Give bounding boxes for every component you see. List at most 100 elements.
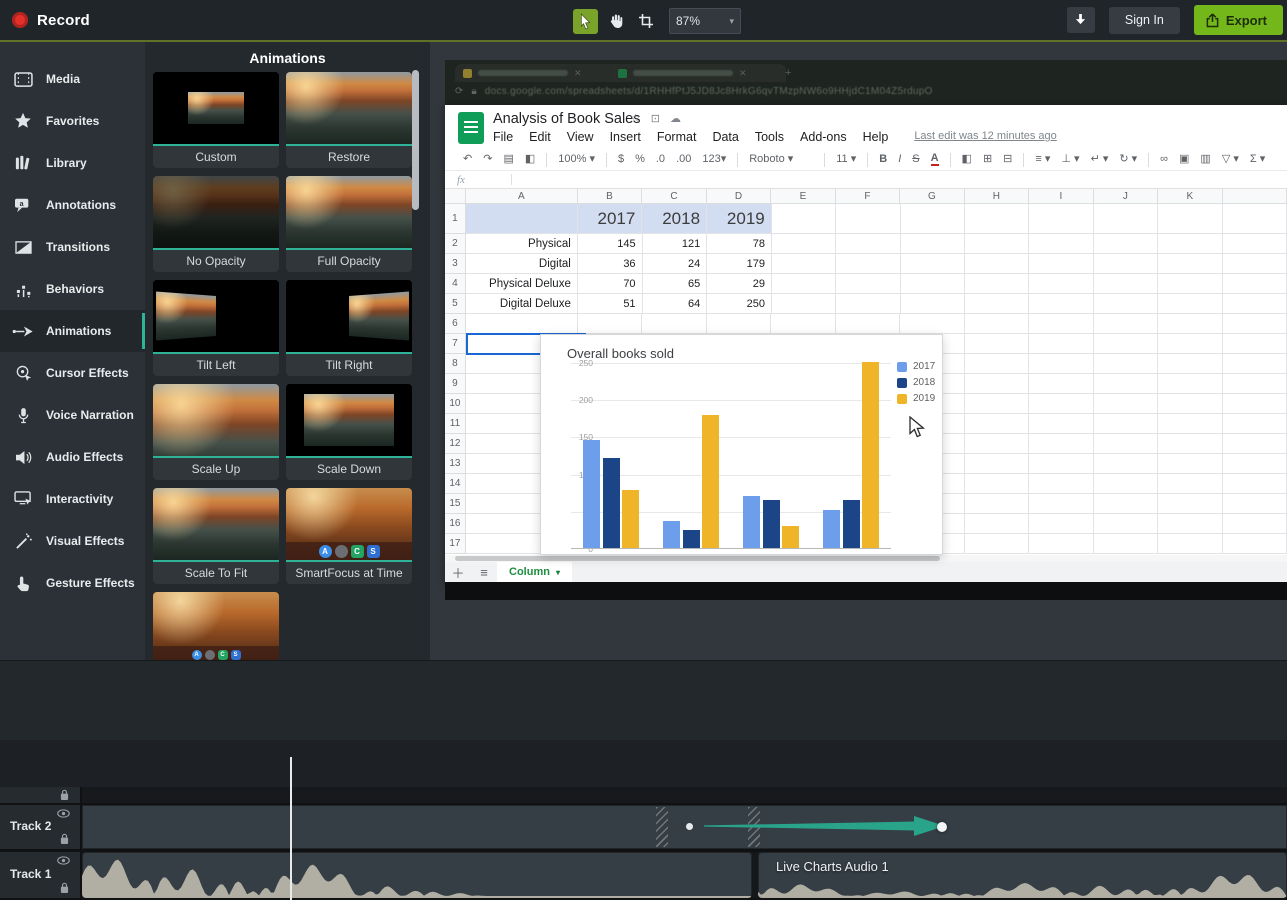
- animation-thumb-scale-up[interactable]: Scale Up: [153, 384, 279, 480]
- cell-6[interactable]: [1223, 314, 1287, 334]
- sheet-hscrollbar[interactable]: [445, 555, 1287, 562]
- cell-B5[interactable]: 51: [578, 294, 643, 314]
- cell-H8[interactable]: [965, 354, 1029, 374]
- menu-view[interactable]: View: [567, 130, 594, 144]
- sidebar-item-annotations[interactable]: aAnnotations: [0, 184, 145, 226]
- timeline-ruler[interactable]: ˄⌕˅ ＋ 0:01:28;26 0:01:28;000:01:30;000:0…: [0, 740, 1287, 787]
- cell-14[interactable]: [1223, 474, 1287, 494]
- cell-B6[interactable]: [578, 314, 642, 334]
- decimal-decrease-icon[interactable]: .0: [656, 154, 665, 165]
- crop-tool-button[interactable]: [633, 9, 658, 34]
- cell-K10[interactable]: [1158, 394, 1222, 414]
- cell-1[interactable]: [1223, 204, 1287, 234]
- cell-J14[interactable]: [1094, 474, 1158, 494]
- animation-thumb-partial[interactable]: ACS: [153, 592, 279, 660]
- cell-I17[interactable]: [1029, 534, 1093, 554]
- cell-9[interactable]: [1223, 374, 1287, 394]
- menu-data[interactable]: Data: [712, 130, 738, 144]
- cell-I10[interactable]: [1029, 394, 1093, 414]
- cell-H11[interactable]: [965, 414, 1029, 434]
- cell-A5[interactable]: Digital Deluxe: [466, 294, 578, 314]
- cell-17[interactable]: [1223, 534, 1287, 554]
- cell-E2[interactable]: [772, 234, 836, 254]
- column-header-E[interactable]: E: [771, 189, 835, 204]
- cell-5[interactable]: [1223, 294, 1287, 314]
- row-header-4[interactable]: 4: [445, 274, 466, 294]
- animation-thumb-full-opacity[interactable]: Full Opacity: [286, 176, 412, 272]
- cell-I14[interactable]: [1029, 474, 1093, 494]
- canvas-zoom-select[interactable]: 87% ▾: [669, 8, 741, 34]
- audio-clip-1[interactable]: [82, 852, 752, 898]
- cell-C1[interactable]: 2018: [642, 204, 707, 234]
- text-color-icon[interactable]: A: [931, 153, 939, 166]
- all-sheets-icon[interactable]: ≡: [471, 565, 497, 580]
- chart-card[interactable]: Overall books sold 050100150200250 20172…: [540, 334, 943, 555]
- column-header-K[interactable]: K: [1158, 189, 1222, 204]
- sheet-hscroll-handle[interactable]: [455, 556, 940, 561]
- cell-K16[interactable]: [1158, 514, 1222, 534]
- track-content-track-1[interactable]: Live Charts Audio 1: [82, 852, 1287, 898]
- cell-G4[interactable]: [901, 274, 965, 294]
- cell-C4[interactable]: 65: [643, 274, 708, 294]
- cell-H6[interactable]: [965, 314, 1029, 334]
- cell-J6[interactable]: [1094, 314, 1158, 334]
- redo-icon[interactable]: ↷: [483, 154, 492, 165]
- cell-J10[interactable]: [1094, 394, 1158, 414]
- comment-icon[interactable]: ▣: [1179, 154, 1189, 165]
- cell-F6[interactable]: [836, 314, 900, 334]
- track-content-track-2[interactable]: [82, 805, 1287, 849]
- cell-H10[interactable]: [965, 394, 1029, 414]
- cell-A2[interactable]: Physical: [466, 234, 578, 254]
- cell-I1[interactable]: [1029, 204, 1093, 234]
- row-header-5[interactable]: 5: [445, 294, 466, 314]
- link-icon[interactable]: ∞: [1160, 154, 1168, 165]
- cell-F1[interactable]: [836, 204, 900, 234]
- column-header-I[interactable]: I: [1029, 189, 1093, 204]
- cell-I8[interactable]: [1029, 354, 1093, 374]
- cell-16[interactable]: [1223, 514, 1287, 534]
- row-header-8[interactable]: 8: [445, 354, 466, 374]
- percent-icon[interactable]: %: [635, 154, 645, 165]
- eye-icon[interactable]: [57, 856, 70, 865]
- cell-G2[interactable]: [901, 234, 965, 254]
- animation-thumb-custom[interactable]: Custom: [153, 72, 279, 168]
- select-all-corner[interactable]: [445, 189, 466, 204]
- cell-3[interactable]: [1223, 254, 1287, 274]
- cell-J3[interactable]: [1094, 254, 1158, 274]
- cell-E5[interactable]: [772, 294, 836, 314]
- cell-B1[interactable]: 2017: [578, 204, 643, 234]
- sidebar-item-visual-effects[interactable]: Visual Effects: [0, 520, 145, 562]
- row-header-17[interactable]: 17: [445, 534, 466, 554]
- cell-10[interactable]: [1223, 394, 1287, 414]
- cell-J11[interactable]: [1094, 414, 1158, 434]
- cell-H2[interactable]: [965, 234, 1029, 254]
- cell-H12[interactable]: [965, 434, 1029, 454]
- row-header-16[interactable]: 16: [445, 514, 466, 534]
- audio-clip-2[interactable]: Live Charts Audio 1: [758, 852, 1287, 898]
- cell-B4[interactable]: 70: [578, 274, 643, 294]
- cell-D1[interactable]: 2019: [707, 204, 772, 234]
- cell-I16[interactable]: [1029, 514, 1093, 534]
- menu-help[interactable]: Help: [863, 130, 889, 144]
- sheet-tab-column[interactable]: Column ▾: [497, 562, 572, 582]
- cell-F2[interactable]: [836, 234, 900, 254]
- star-icon[interactable]: ☆: [630, 111, 641, 125]
- lock-icon[interactable]: [60, 882, 69, 894]
- row-header-6[interactable]: 6: [445, 314, 466, 334]
- cell-I11[interactable]: [1029, 414, 1093, 434]
- cell-K9[interactable]: [1158, 374, 1222, 394]
- cell-I9[interactable]: [1029, 374, 1093, 394]
- cell-H14[interactable]: [965, 474, 1029, 494]
- cell-K6[interactable]: [1158, 314, 1222, 334]
- cell-K12[interactable]: [1158, 434, 1222, 454]
- insert-chart-icon[interactable]: ▥: [1200, 154, 1210, 165]
- column-header-H[interactable]: H: [965, 189, 1029, 204]
- row-header-11[interactable]: 11: [445, 414, 466, 434]
- cell-I4[interactable]: [1029, 274, 1093, 294]
- cell-H5[interactable]: [965, 294, 1029, 314]
- cell-J4[interactable]: [1094, 274, 1158, 294]
- cell-K14[interactable]: [1158, 474, 1222, 494]
- cell-G3[interactable]: [901, 254, 965, 274]
- video-clip[interactable]: [82, 805, 1287, 849]
- bold-icon[interactable]: B: [879, 154, 887, 165]
